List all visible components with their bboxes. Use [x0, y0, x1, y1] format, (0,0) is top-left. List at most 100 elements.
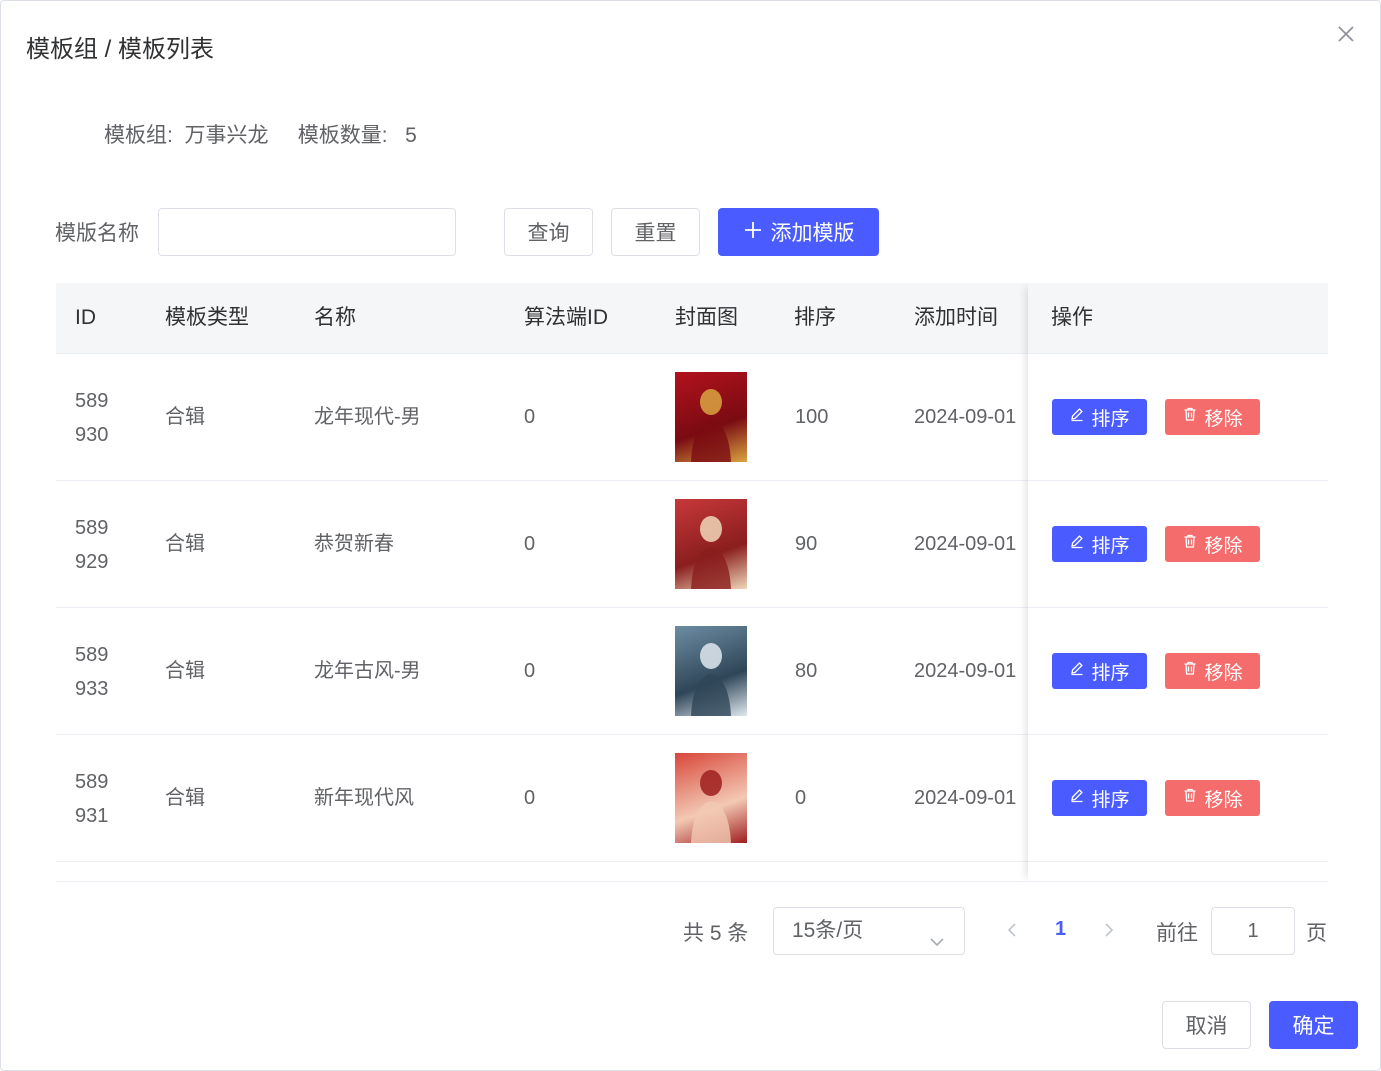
goto-label: 前往 — [1156, 922, 1198, 945]
cell-id-line2: 931 — [75, 805, 109, 827]
remove-button-label: 移除 — [1204, 789, 1243, 811]
table-row: 589 930 合辑 龙年现代-男 0 100 2024-09-01 排序 移除 — [56, 354, 1328, 481]
goto-page-input[interactable] — [1211, 907, 1295, 955]
cell-algo-id: 0 — [524, 406, 536, 428]
sort-button[interactable]: 排序 — [1052, 653, 1147, 689]
cell-added-time: 2024-09-01 — [914, 533, 1017, 555]
query-button[interactable]: 查询 — [504, 208, 593, 256]
cell-id: 589 933 — [75, 638, 135, 706]
count-label: 模板数量: — [297, 124, 388, 147]
page-size-value: 15条/页 — [792, 919, 864, 942]
cell-id-line1: 589 — [75, 517, 109, 539]
remove-button-label: 移除 — [1204, 408, 1243, 430]
group-label: 模板组: — [104, 124, 173, 147]
reset-button[interactable]: 重置 — [611, 208, 700, 256]
cell-added-time: 2024-09-01 — [914, 787, 1017, 809]
cell-type: 合辑 — [165, 660, 205, 682]
group-value: 万事兴龙 — [184, 124, 269, 147]
edit-icon — [1069, 660, 1091, 682]
cell-added-time: 2024-09-01 — [914, 406, 1017, 428]
sort-button-label: 排序 — [1091, 662, 1130, 684]
edit-icon — [1069, 787, 1091, 809]
edit-icon — [1069, 406, 1091, 428]
cell-id: 589 931 — [75, 765, 135, 833]
add-template-button[interactable]: 添加模版 — [718, 208, 879, 256]
cell-id: 589 929 — [75, 511, 135, 579]
cell-algo-id: 0 — [524, 660, 536, 682]
goto-suffix: 页 — [1306, 922, 1327, 945]
cell-name: 龙年古风-男 — [314, 660, 421, 682]
cover-image[interactable] — [675, 499, 747, 589]
cell-id-line1: 589 — [75, 390, 109, 412]
remove-button[interactable]: 移除 — [1165, 780, 1260, 816]
cover-image[interactable] — [675, 372, 747, 462]
prev-page-icon[interactable] — [1003, 919, 1021, 946]
template-table: ID 模板类型 名称 算法端ID 封面图 排序 添加时间 操作 589 930 合辑… — [56, 283, 1328, 882]
cover-image[interactable] — [675, 626, 747, 716]
query-label: 查询 — [527, 222, 570, 245]
header-algo-id[interactable]: 算法端ID — [524, 283, 608, 353]
remove-button-label: 移除 — [1204, 662, 1243, 684]
edit-icon — [1069, 533, 1091, 555]
cell-name: 龙年现代-男 — [314, 406, 421, 428]
header-added-time[interactable]: 添加时间 — [914, 283, 998, 353]
reset-label: 重置 — [634, 222, 677, 245]
page-size-select[interactable]: 15条/页 — [773, 907, 965, 955]
cell-id-line2: 930 — [75, 424, 109, 446]
cell-type: 合辑 — [165, 787, 205, 809]
cancel-label: 取消 — [1185, 1015, 1228, 1038]
cell-id: 589 930 — [75, 384, 135, 452]
trash-icon — [1182, 787, 1204, 809]
table-row-partial — [56, 862, 1328, 881]
sort-button[interactable]: 排序 — [1052, 399, 1147, 435]
confirm-label: 确定 — [1292, 1015, 1335, 1038]
cell-id-line2: 933 — [75, 678, 109, 700]
cell-id-line1: 589 — [75, 771, 109, 793]
template-list-dialog: 模板组 / 模板列表 模板组: 万事兴龙 模板数量: 5 模版名称 查询 重置 … — [0, 0, 1381, 1071]
table-header: ID 模板类型 名称 算法端ID 封面图 排序 添加时间 操作 — [56, 283, 1328, 354]
trash-icon — [1182, 533, 1204, 555]
cell-added-time: 2024-09-01 — [914, 660, 1017, 682]
count-value: 5 — [405, 124, 417, 147]
cell-id-line2: 929 — [75, 551, 109, 573]
header-sort[interactable]: 排序 — [794, 283, 836, 353]
header-cover[interactable]: 封面图 — [675, 283, 738, 353]
remove-button[interactable]: 移除 — [1165, 399, 1260, 435]
table-row: 589 931 合辑 新年现代风 0 0 2024-09-01 排序 移除 — [56, 735, 1328, 862]
next-page-icon[interactable] — [1100, 919, 1118, 946]
sort-button[interactable]: 排序 — [1052, 780, 1147, 816]
cell-name: 恭贺新春 — [314, 533, 394, 555]
template-name-input[interactable] — [158, 208, 456, 256]
sort-button[interactable]: 排序 — [1052, 526, 1147, 562]
group-info: 模板组: 万事兴龙 模板数量: 5 — [104, 119, 417, 149]
cell-sort: 100 — [795, 406, 829, 428]
sort-button-label: 排序 — [1091, 535, 1130, 557]
cell-algo-id: 0 — [524, 787, 536, 809]
remove-button[interactable]: 移除 — [1165, 526, 1260, 562]
page-number-current[interactable]: 1 — [1055, 918, 1066, 941]
header-actions: 操作 — [1051, 306, 1093, 329]
cell-type: 合辑 — [165, 406, 205, 428]
cover-image[interactable] — [675, 753, 747, 843]
table-row: 589 929 合辑 恭贺新春 0 90 2024-09-01 排序 移除 — [56, 481, 1328, 608]
remove-button-label: 移除 — [1204, 535, 1243, 557]
cell-type: 合辑 — [165, 533, 205, 555]
template-name-label: 模版名称 — [55, 222, 139, 245]
trash-icon — [1182, 660, 1204, 682]
sort-button-label: 排序 — [1091, 408, 1130, 430]
cancel-button[interactable]: 取消 — [1162, 1001, 1251, 1049]
cell-id-line1: 589 — [75, 644, 109, 666]
header-type[interactable]: 模板类型 — [165, 283, 249, 353]
table-row: 589 933 合辑 龙年古风-男 0 80 2024-09-01 排序 移除 — [56, 608, 1328, 735]
pagination-total: 共 5 条 — [683, 922, 749, 945]
header-id[interactable]: ID — [75, 283, 96, 353]
sort-button-label: 排序 — [1091, 789, 1130, 811]
dialog-title: 模板组 / 模板列表 — [26, 36, 215, 63]
header-name[interactable]: 名称 — [314, 283, 356, 353]
cell-sort: 90 — [795, 533, 818, 555]
confirm-button[interactable]: 确定 — [1269, 1001, 1358, 1049]
close-icon[interactable] — [1334, 22, 1358, 46]
cell-sort: 80 — [795, 660, 818, 682]
cell-algo-id: 0 — [524, 533, 536, 555]
remove-button[interactable]: 移除 — [1165, 653, 1260, 689]
